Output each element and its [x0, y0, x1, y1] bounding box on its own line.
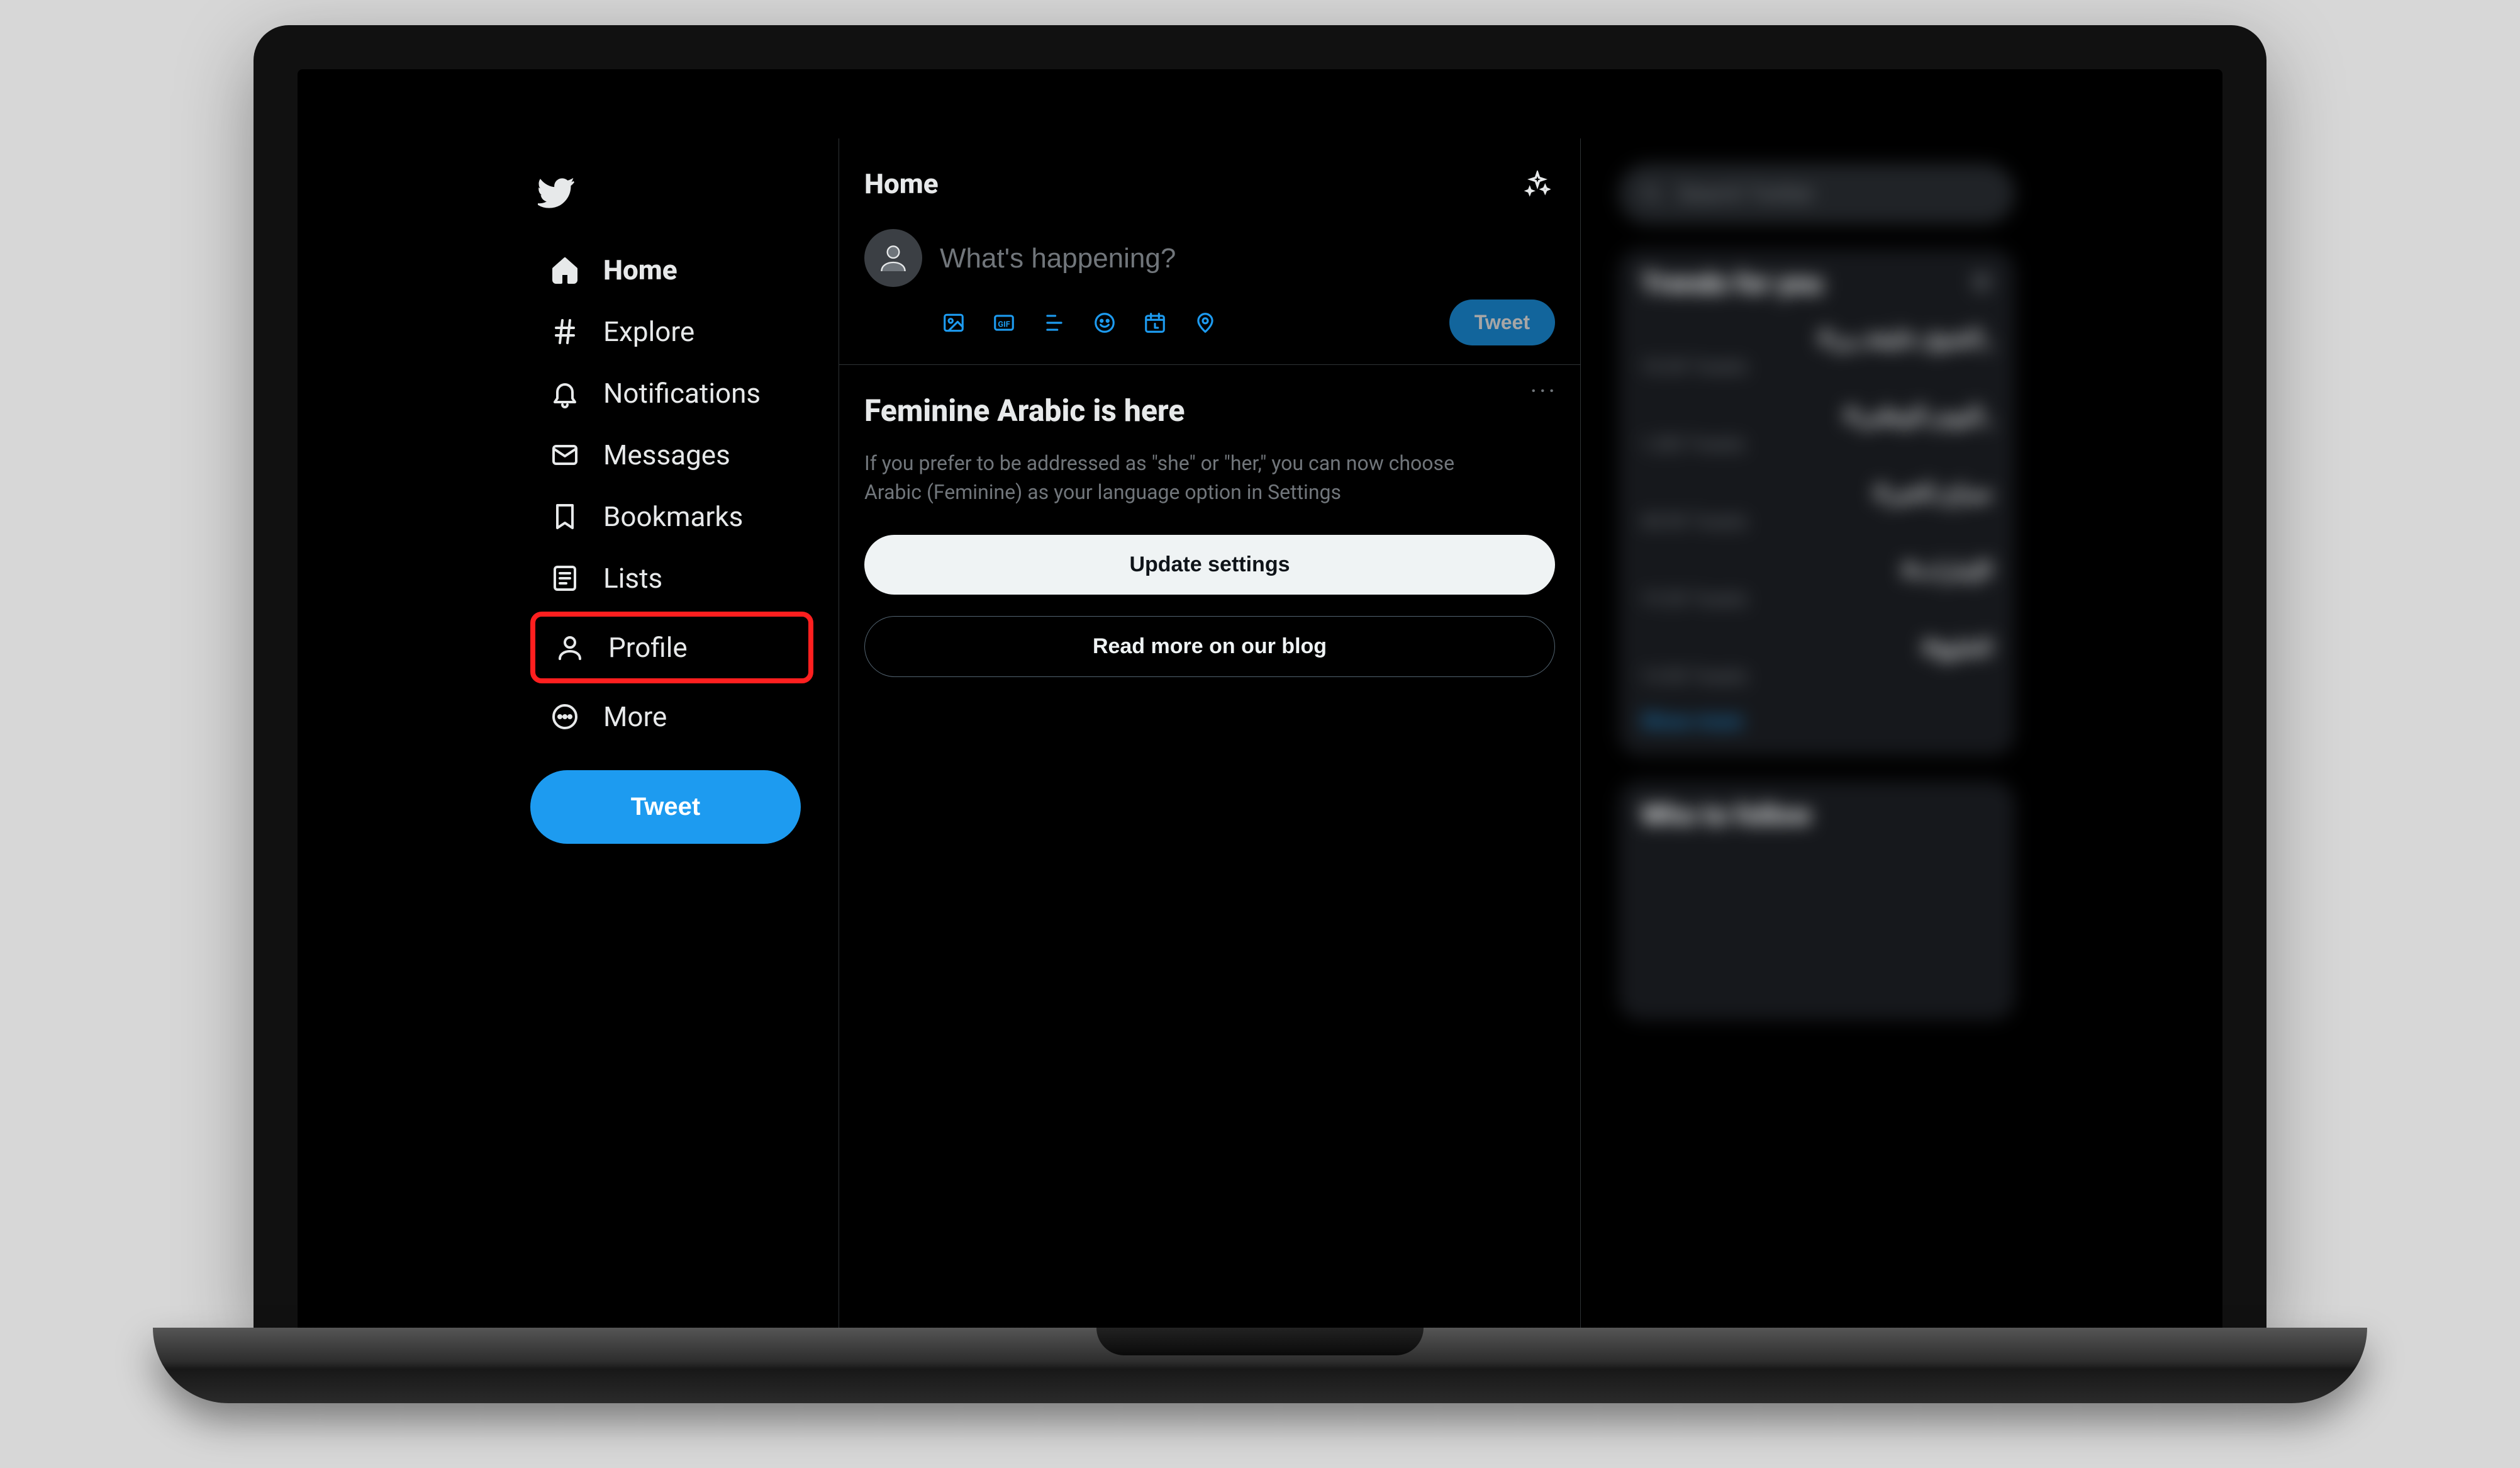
svg-text:GIF: GIF	[998, 320, 1010, 329]
person-icon	[553, 630, 587, 664]
who-to-follow-panel: Who to follow	[1619, 781, 2015, 1020]
emoji-icon[interactable]	[1091, 309, 1118, 337]
trend-name: #صباح_الخير	[1641, 479, 1992, 506]
trend-name: #الشيخ_خليفة_بن_	[1641, 325, 1992, 351]
list-icon	[548, 561, 582, 595]
bell-icon	[548, 376, 582, 410]
sidebar-item-lists[interactable]: Lists	[530, 547, 813, 609]
sidebar-item-home[interactable]: Home	[530, 239, 813, 301]
right-column: Search Twitter Trends for you #الشيخ_خلي…	[1581, 138, 2040, 1328]
trends-title: Trends for you	[1641, 267, 1823, 300]
sidebar-item-label: Lists	[603, 564, 662, 592]
read-more-button[interactable]: Read more on our blog	[864, 616, 1555, 677]
trend-name: #الخليج	[1641, 634, 1992, 661]
page-title: Home	[864, 167, 939, 200]
hashtag-icon	[548, 315, 582, 349]
search-icon	[1641, 183, 1663, 205]
trends-panel: Trends for you #الشيخ_خليفة_بن_ 18.3K Twe…	[1619, 249, 2015, 756]
gif-icon[interactable]: GIF	[990, 309, 1018, 337]
promo-title: Feminine Arabic is here	[864, 393, 1555, 429]
trend-meta: 18.3K Tweets	[1641, 356, 1992, 377]
laptop-base	[153, 1328, 2367, 1403]
trend-name: #الإمارات	[1641, 557, 1992, 583]
sidebar-item-bookmarks[interactable]: Bookmarks	[530, 486, 813, 547]
tweet-button[interactable]: Tweet	[530, 770, 801, 844]
highlight-annotation: Profile	[530, 612, 813, 683]
poll-icon[interactable]	[1040, 309, 1068, 337]
main-column: Home	[839, 138, 1581, 1328]
sidebar-item-label: Explore	[603, 318, 694, 345]
sidebar: Home Explore Notifications Messages Bookmark…	[480, 138, 839, 1328]
more-icon[interactable]: ···	[1530, 376, 1558, 406]
trend-item[interactable]: #صباح_الخير 48.9K Tweets	[1641, 479, 1992, 532]
trend-item[interactable]: #الإمارات 19.3K Tweets	[1641, 557, 1992, 609]
laptop-screen: Home Explore Notifications Messages Bookmark…	[298, 69, 2222, 1328]
who-to-follow-title: Who to follow	[1641, 798, 1811, 831]
sidebar-item-explore[interactable]: Explore	[530, 301, 813, 362]
sidebar-item-messages[interactable]: Messages	[530, 424, 813, 486]
envelope-icon	[548, 438, 582, 472]
sparkle-icon[interactable]	[1520, 166, 1555, 201]
schedule-icon[interactable]	[1141, 309, 1169, 337]
sidebar-nav: Home Explore Notifications Messages Bookmark…	[530, 239, 813, 748]
sidebar-item-label: Profile	[608, 634, 688, 661]
sidebar-item-label: Bookmarks	[603, 503, 743, 530]
compose-input[interactable]	[940, 229, 1555, 300]
show-more-link[interactable]: Show more	[1641, 709, 1992, 733]
composer	[839, 224, 1580, 300]
twitter-app: Home Explore Notifications Messages Bookmark…	[298, 69, 2222, 1328]
trend-meta: 48.9K Tweets	[1641, 511, 1992, 532]
twitter-logo-icon[interactable]	[538, 175, 813, 214]
laptop-notch	[1096, 1328, 1424, 1355]
update-settings-button[interactable]: Update settings	[864, 535, 1555, 595]
trend-meta: 1,282 Tweets	[1641, 434, 1992, 454]
home-icon	[548, 253, 582, 287]
trend-name: #اليوم_الوطني_	[1641, 402, 1992, 429]
bookmark-icon	[548, 500, 582, 534]
avatar[interactable]	[864, 229, 922, 287]
sidebar-item-notifications[interactable]: Notifications	[530, 362, 813, 424]
image-icon[interactable]	[940, 309, 967, 337]
sidebar-item-label: Messages	[603, 441, 730, 469]
gear-icon[interactable]	[1971, 267, 1992, 300]
trend-item[interactable]: #الخليج 14.5K Tweets	[1641, 634, 1992, 686]
sidebar-item-profile[interactable]: Profile	[535, 617, 808, 678]
search-input[interactable]: Search Twitter	[1619, 164, 2015, 224]
sidebar-item-label: Home	[603, 256, 677, 284]
trend-meta: 14.5K Tweets	[1641, 666, 1992, 686]
search-placeholder: Search Twitter	[1678, 181, 1814, 206]
laptop-mockup: Home Explore Notifications Messages Bookmark…	[153, 0, 2367, 1403]
compose-tweet-button[interactable]: Tweet	[1449, 300, 1555, 345]
promo-body: If you prefer to be addressed as "she" o…	[864, 449, 1506, 507]
laptop-bezel: Home Explore Notifications Messages Bookmark…	[254, 25, 2266, 1328]
trend-item[interactable]: #اليوم_الوطني_ 1,282 Tweets	[1641, 402, 1992, 454]
promo-card: ··· Feminine Arabic is here If you prefe…	[839, 365, 1580, 698]
main-header: Home	[839, 138, 1580, 224]
sidebar-item-more[interactable]: More	[530, 686, 813, 748]
trend-meta: 19.3K Tweets	[1641, 588, 1992, 609]
sidebar-item-label: More	[603, 703, 667, 731]
compose-toolbar: GIF Tweet	[839, 300, 1580, 364]
sidebar-item-label: Notifications	[603, 379, 761, 407]
location-icon[interactable]	[1191, 309, 1219, 337]
more-circle-icon	[548, 700, 582, 734]
trend-item[interactable]: #الشيخ_خليفة_بن_ 18.3K Tweets	[1641, 325, 1992, 377]
